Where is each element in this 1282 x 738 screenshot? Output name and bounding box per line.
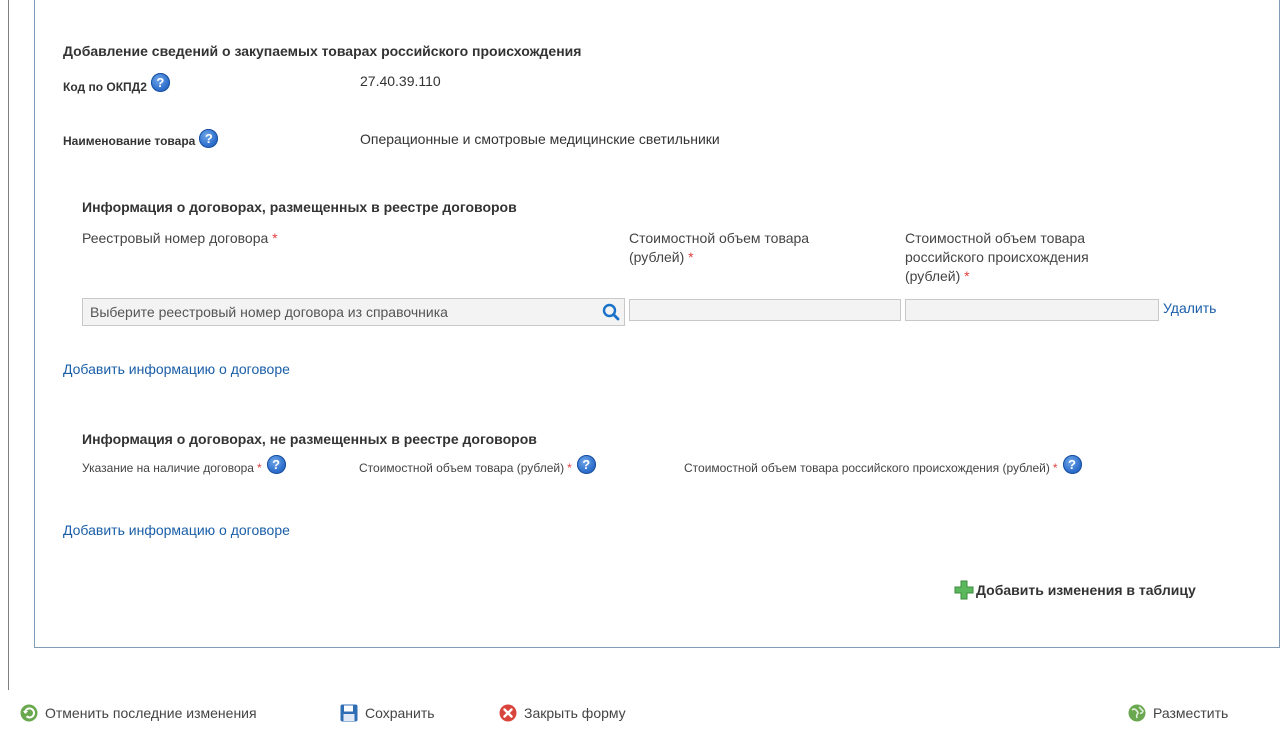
close-form-button[interactable]: Закрыть форму [499,704,626,722]
col-cost-line2: (рублей) [629,249,685,265]
col-cost-ru-line3: (рублей) [905,268,961,284]
required-mark: * [256,461,262,475]
add-changes-button[interactable]: Добавить изменения в таблицу [953,579,1196,601]
col-reg-number-label: Реестровый номер договора [82,230,269,246]
search-icon[interactable] [602,303,620,321]
okpd-label: Код по ОКПД2 [63,80,147,94]
col-reg-number: Реестровый номер договора * [82,229,278,248]
required-mark: * [688,249,694,265]
name-label-row: Наименование товара ? [63,128,219,148]
add-changes-label: Добавить изменения в таблицу [976,582,1196,598]
close-form-label: Закрыть форму [524,705,626,721]
unregistered-col-cost-ru: Стоимостной объем товара российского про… [684,454,1082,475]
name-value: Операционные и смотровые медицинские све… [360,131,720,147]
save-label: Сохранить [365,705,435,721]
col-cost-ru-line1: Стоимостной объем товара [905,230,1086,246]
okpd-label-row: Код по ОКПД2 ? [63,72,170,94]
help-icon[interactable]: ? [1062,454,1082,474]
add-unregistered-contract-link[interactable]: Добавить информацию о договоре [63,522,290,538]
search-placeholder: Выберите реестровый номер договора из сп… [90,304,448,320]
col-cost-ru-label: Стоимостной объем товара российского про… [684,461,1050,475]
undo-button[interactable]: Отменить последние изменения [20,704,257,722]
plus-icon [954,580,974,600]
publish-button[interactable]: Разместить [1128,704,1228,722]
col-cost: Стоимостной объем товара (рублей) * [629,229,809,267]
help-icon[interactable]: ? [576,454,596,474]
required-mark: * [964,268,970,284]
registered-title: Информация о договорах, размещенных в ре… [82,199,517,215]
form-page: Добавление сведений о закупаемых товарах… [0,0,1282,738]
required-mark: * [567,461,572,475]
help-icon[interactable]: ? [199,128,219,148]
col-cost-label: Стоимостной объем товара (рублей) [359,461,565,475]
add-registered-contract-link[interactable]: Добавить информацию о договоре [63,361,290,377]
name-label: Наименование товара [63,134,196,148]
required-mark: * [1052,461,1058,475]
okpd-value: 27.40.39.110 [360,73,441,89]
col-cost-line1: Стоимостной объем товара [629,230,810,246]
close-icon [499,704,517,722]
section-title: Добавление сведений о закупаемых товарах… [63,43,582,59]
col-cost-ru-line2: российского происхождения [905,249,1089,265]
undo-label: Отменить последние изменения [45,705,257,721]
help-icon[interactable]: ? [150,72,170,92]
save-button[interactable]: Сохранить [340,704,435,722]
required-mark: * [272,230,278,246]
publish-label: Разместить [1153,705,1229,721]
help-icon[interactable]: ? [266,454,286,474]
unregistered-title: Информация о договорах, не размещенных в… [82,431,537,447]
col-cost-ru: Стоимостной объем товара российского про… [905,229,1089,286]
floppy-icon [340,704,358,722]
undo-icon [20,704,38,722]
col-contract-label: Указание на наличие договора [82,461,254,475]
unregistered-col-cost: Стоимостной объем товара (рублей) * ? [359,454,596,475]
delete-link[interactable]: Удалить [1163,300,1216,316]
contract-search-input[interactable]: Выберите реестровый номер договора из сп… [82,298,625,326]
bottom-toolbar: Отменить последние изменения Сохранить З… [0,690,1282,738]
cost-ru-input[interactable] [905,299,1159,321]
cost-input[interactable] [629,299,901,321]
globe-icon [1128,704,1146,722]
unregistered-col-contract: Указание на наличие договора * ? [82,454,286,475]
